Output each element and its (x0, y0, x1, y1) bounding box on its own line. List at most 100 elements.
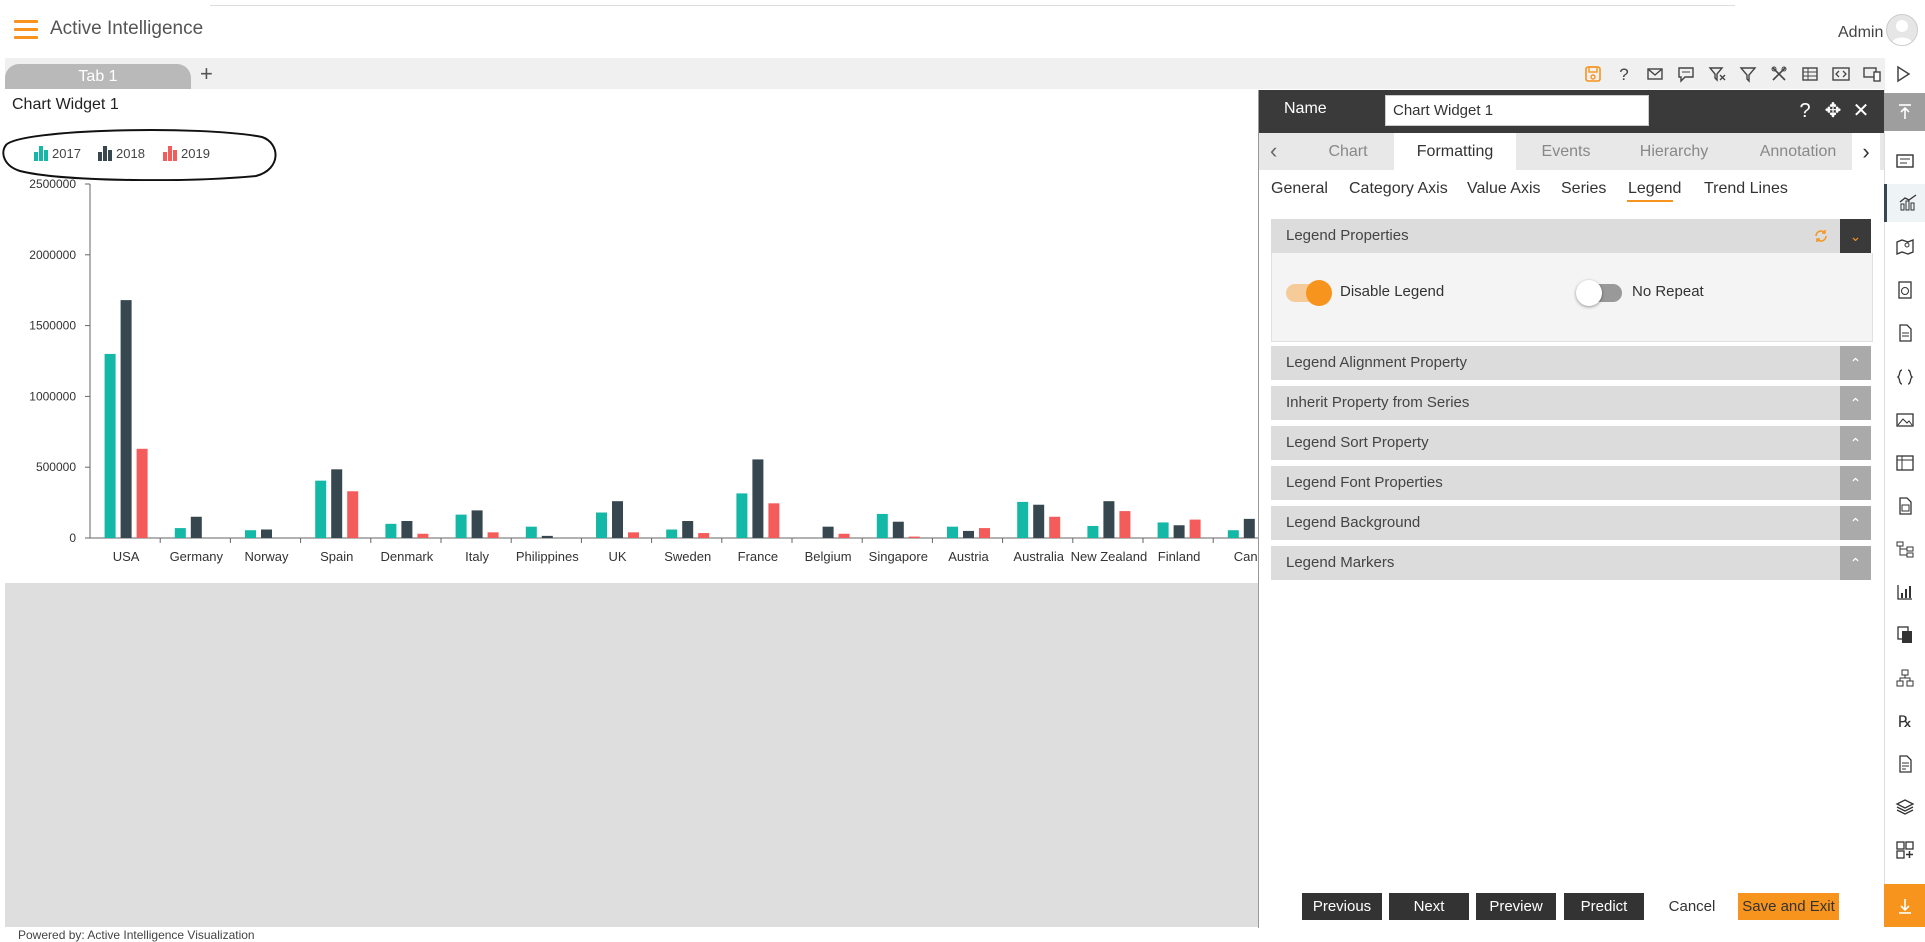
menu-icon[interactable] (14, 20, 38, 40)
gauge-widget-icon[interactable] (1884, 271, 1925, 309)
bar-2018-austria[interactable] (963, 530, 974, 538)
no-repeat-toggle[interactable] (1576, 280, 1622, 306)
chevron-up-icon[interactable]: ⌃ (1840, 506, 1871, 540)
bar-2018-spain[interactable] (331, 469, 343, 538)
previous-button[interactable]: Previous (1302, 893, 1382, 920)
bar-2019-finland[interactable] (1189, 519, 1201, 538)
chart-widget-icon[interactable] (1884, 184, 1925, 222)
chevron-up-icon[interactable]: ⌃ (1840, 546, 1871, 580)
play-icon[interactable] (1890, 62, 1915, 86)
add-tab-button[interactable]: + (200, 62, 213, 86)
chevron-up-icon[interactable]: ⌃ (1840, 466, 1871, 500)
rx-icon[interactable]: ℞ (1884, 702, 1925, 740)
legend-item-2017[interactable]: 2017 (34, 146, 81, 161)
bar-2018-cana[interactable] (1243, 518, 1255, 538)
email-icon[interactable] (1642, 62, 1667, 86)
user-name[interactable]: Admin (1838, 24, 1883, 42)
code-icon[interactable] (1884, 358, 1925, 396)
bar-2018-singapore[interactable] (892, 521, 904, 538)
form-icon[interactable] (1884, 745, 1925, 783)
bar-2017-philippines[interactable] (525, 526, 537, 538)
bar-2017-finland[interactable] (1157, 522, 1169, 538)
bar-2017-denmark[interactable] (385, 523, 397, 538)
tab-hierarchy[interactable]: Hierarchy (1630, 133, 1718, 170)
bar-2017-spain[interactable] (315, 480, 327, 538)
tab-chart[interactable]: Chart (1310, 133, 1386, 170)
bar-2017-australia[interactable] (1017, 501, 1029, 538)
tab-scroll-left-icon[interactable]: ‹ (1270, 138, 1277, 164)
add-widget-icon[interactable] (1884, 831, 1925, 869)
bar-2019-singapore[interactable] (908, 536, 920, 538)
close-icon[interactable]: ✕ (1851, 100, 1871, 122)
tab-annotation[interactable]: Annotation (1752, 133, 1844, 170)
filter-icon[interactable] (1735, 62, 1760, 86)
table-widget-icon[interactable] (1884, 444, 1925, 482)
bar-2018-usa[interactable] (120, 300, 132, 538)
bar-2019-sweden[interactable] (698, 533, 710, 538)
save-and-exit-button[interactable]: Save and Exit (1738, 893, 1839, 920)
tree-icon[interactable] (1884, 530, 1925, 568)
map-widget-icon[interactable] (1884, 228, 1925, 266)
save-icon[interactable] (1580, 62, 1605, 86)
bar-2019-uk[interactable] (628, 532, 639, 538)
bar-2019-austria[interactable] (979, 528, 990, 538)
bar-2017-cana[interactable] (1227, 530, 1239, 538)
bar-2019-australia[interactable] (1049, 516, 1061, 538)
bar-2019-usa[interactable] (136, 448, 148, 538)
bar-2019-belgium[interactable] (838, 533, 850, 538)
bar-2019-spain[interactable] (347, 491, 359, 538)
subtab-general[interactable]: General (1271, 180, 1328, 198)
scroll-top-icon[interactable] (1884, 93, 1925, 131)
bar-2018-norway[interactable] (261, 529, 272, 538)
bar-2017-italy[interactable] (455, 514, 467, 538)
bar-2018-finland[interactable] (1173, 525, 1185, 538)
bar-2018-belgium[interactable] (822, 526, 834, 538)
kpi-icon[interactable] (1884, 573, 1925, 611)
text-widget-icon[interactable] (1884, 142, 1925, 180)
chevron-up-icon[interactable]: ⌃ (1840, 386, 1871, 420)
image-icon[interactable] (1884, 401, 1925, 439)
widget-name-input[interactable] (1385, 95, 1649, 126)
chevron-down-icon[interactable]: ⌄ (1840, 219, 1871, 253)
bar-2018-sweden[interactable] (682, 521, 694, 538)
preview-button[interactable]: Preview (1476, 893, 1556, 920)
help-icon[interactable]: ? (1795, 100, 1815, 122)
document-icon[interactable] (1884, 314, 1925, 352)
bar-2017-new-zealand[interactable] (1087, 525, 1099, 538)
bar-2017-sweden[interactable] (666, 529, 678, 538)
comment-icon[interactable] (1673, 62, 1698, 86)
avatar[interactable] (1886, 14, 1918, 46)
clear-filter-icon[interactable] (1704, 62, 1729, 86)
tools-icon[interactable] (1766, 62, 1791, 86)
chevron-up-icon[interactable]: ⌃ (1840, 426, 1871, 460)
legend-background-header[interactable]: Legend Background ⌃ (1271, 506, 1871, 540)
bar-2018-australia[interactable] (1033, 504, 1045, 538)
subtab-value-axis[interactable]: Value Axis (1467, 180, 1541, 198)
devices-icon[interactable] (1859, 62, 1884, 86)
subtab-category-axis[interactable]: Category Axis (1349, 180, 1448, 198)
legend-sort-header[interactable]: Legend Sort Property ⌃ (1271, 426, 1871, 460)
subtab-trend-lines[interactable]: Trend Lines (1704, 180, 1788, 198)
bar-2019-new-zealand[interactable] (1119, 511, 1131, 538)
legend-properties-header[interactable]: Legend Properties ⌄ (1271, 219, 1871, 253)
bar-2018-france[interactable] (752, 459, 764, 538)
subtab-series[interactable]: Series (1561, 180, 1606, 198)
chevron-up-icon[interactable]: ⌃ (1840, 346, 1871, 380)
predict-button[interactable]: Predict (1564, 893, 1644, 920)
inherit-property-header[interactable]: Inherit Property from Series ⌃ (1271, 386, 1871, 420)
legend-font-header[interactable]: Legend Font Properties ⌃ (1271, 466, 1871, 500)
legend-item-2018[interactable]: 2018 (98, 146, 145, 161)
bar-2017-austria[interactable] (947, 526, 958, 538)
report-icon[interactable] (1884, 487, 1925, 525)
bar-2017-norway[interactable] (245, 530, 256, 538)
bar-2019-italy[interactable] (487, 532, 499, 538)
legend-alignment-header[interactable]: Legend Alignment Property ⌃ (1271, 346, 1871, 380)
subtab-legend[interactable]: Legend (1628, 180, 1681, 198)
copy-icon[interactable] (1884, 616, 1925, 654)
scroll-bottom-icon[interactable] (1884, 884, 1925, 927)
bar-2018-philippines[interactable] (541, 535, 553, 538)
tab-1[interactable]: Tab 1 (5, 64, 191, 89)
legend-markers-header[interactable]: Legend Markers ⌃ (1271, 546, 1871, 580)
bar-2017-france[interactable] (736, 493, 748, 538)
bar-2017-germany[interactable] (174, 528, 186, 538)
